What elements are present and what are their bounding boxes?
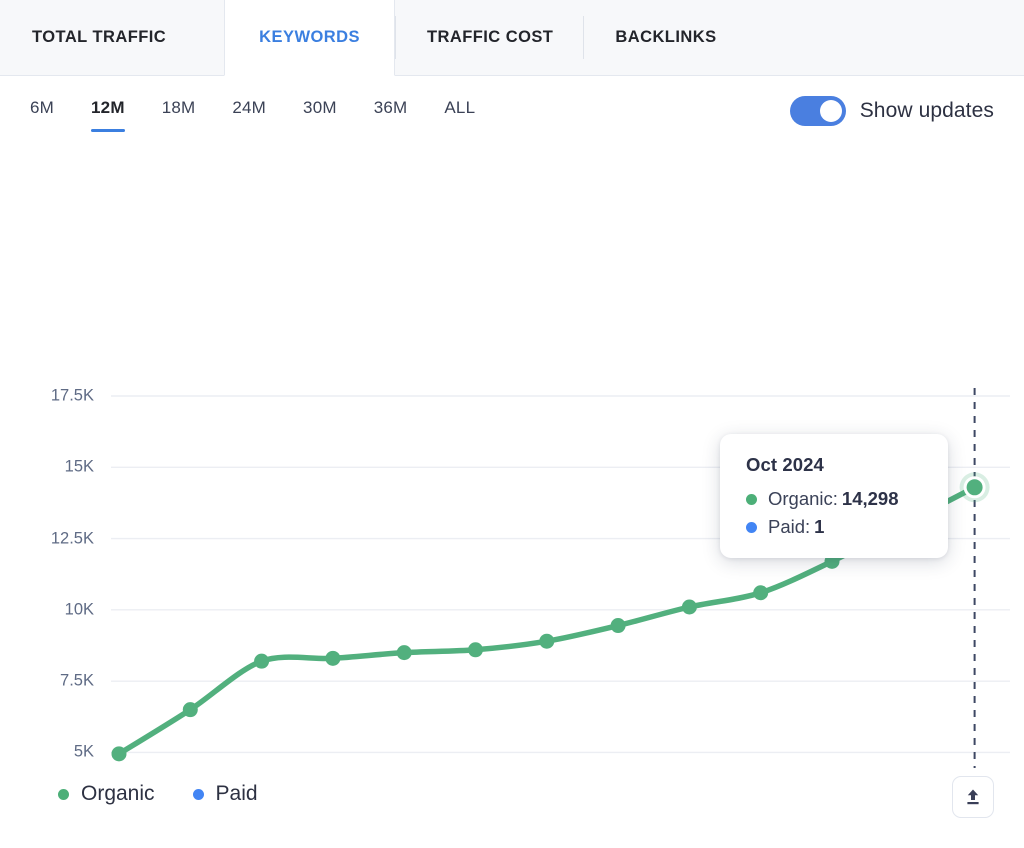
tooltip-row-organic: Organic: 14,298: [746, 488, 926, 510]
show-updates-label: Show updates: [859, 99, 994, 122]
organic-dot-icon: [746, 493, 757, 505]
period-30m[interactable]: 30M: [303, 98, 337, 132]
period-label: 18M: [161, 98, 196, 117]
upload-icon: [967, 789, 979, 805]
y-axis-tick: 7.5K: [60, 671, 94, 690]
chart-tooltip: Oct 2024 Organic: 14,298 Paid: 1: [720, 434, 948, 558]
y-axis-tick: 17.5K: [50, 386, 94, 405]
tooltip-value: 14,298: [841, 488, 899, 509]
period-label: 30M: [303, 98, 337, 117]
period-selector: 6M 12M 18M 24M 30M 36M ALL: [30, 98, 512, 132]
period-36m[interactable]: 36M: [374, 98, 408, 132]
tooltip-title: Oct 2024: [746, 454, 824, 475]
tooltip-value: 1: [814, 516, 825, 537]
tab-keywords[interactable]: KEYWORDS: [224, 0, 395, 76]
tab-label: TOTAL TRAFFIC: [32, 28, 167, 46]
legend-label: Paid: [215, 782, 258, 805]
tooltip-label: Paid:: [768, 516, 811, 537]
y-axis-tick: 15K: [64, 457, 94, 476]
toggle-knob: [819, 100, 842, 122]
tab-label: TRAFFIC COST: [426, 28, 554, 46]
tab-bar: TOTAL TRAFFIC KEYWORDS TRAFFIC COST BACK…: [0, 0, 1024, 76]
y-axis-tick: 10K: [64, 600, 94, 619]
legend-label: Organic: [81, 782, 155, 805]
show-updates-toggle[interactable]: [789, 96, 846, 126]
controls-row: 6M 12M 18M 24M 30M 36M ALL Show updates: [0, 76, 1024, 168]
tab-label: BACKLINKS: [615, 28, 717, 46]
period-18m[interactable]: 18M: [162, 98, 196, 132]
chart-footer: Organic Paid: [0, 768, 1024, 848]
tab-backlinks[interactable]: BACKLINKS: [583, 0, 747, 75]
organic-dot-icon: [58, 788, 69, 800]
y-axis-tick: 12.5K: [50, 529, 94, 548]
legend-item-organic[interactable]: Organic: [58, 782, 155, 806]
period-6m[interactable]: 6M: [30, 98, 54, 132]
period-label: 12M: [91, 98, 125, 117]
period-label: 36M: [373, 98, 408, 117]
export-button[interactable]: [952, 776, 994, 818]
chart-area: 02.5K5K7.5K10K12.5K15K17.5K Nov 2023Jan …: [0, 168, 1024, 832]
tab-traffic-cost[interactable]: TRAFFIC COST: [394, 0, 584, 75]
period-label: 24M: [232, 98, 267, 117]
tab-total-traffic[interactable]: TOTAL TRAFFIC: [0, 0, 225, 75]
show-updates-control[interactable]: Show updates: [789, 96, 994, 126]
period-label: ALL: [444, 98, 476, 117]
tooltip-row-paid: Paid: 1: [746, 516, 926, 538]
legend-item-paid[interactable]: Paid: [192, 782, 258, 806]
period-all[interactable]: ALL: [444, 98, 475, 132]
paid-dot-icon: [746, 521, 757, 533]
period-label: 6M: [30, 98, 55, 117]
tooltip-label: Organic:: [768, 488, 838, 509]
y-axis-tick: 5K: [73, 742, 94, 761]
tab-label: KEYWORDS: [259, 28, 360, 46]
period-12m[interactable]: 12M: [91, 98, 125, 132]
period-24m[interactable]: 24M: [232, 98, 266, 132]
paid-dot-icon: [192, 788, 204, 800]
chart-legend: Organic Paid: [58, 782, 258, 806]
